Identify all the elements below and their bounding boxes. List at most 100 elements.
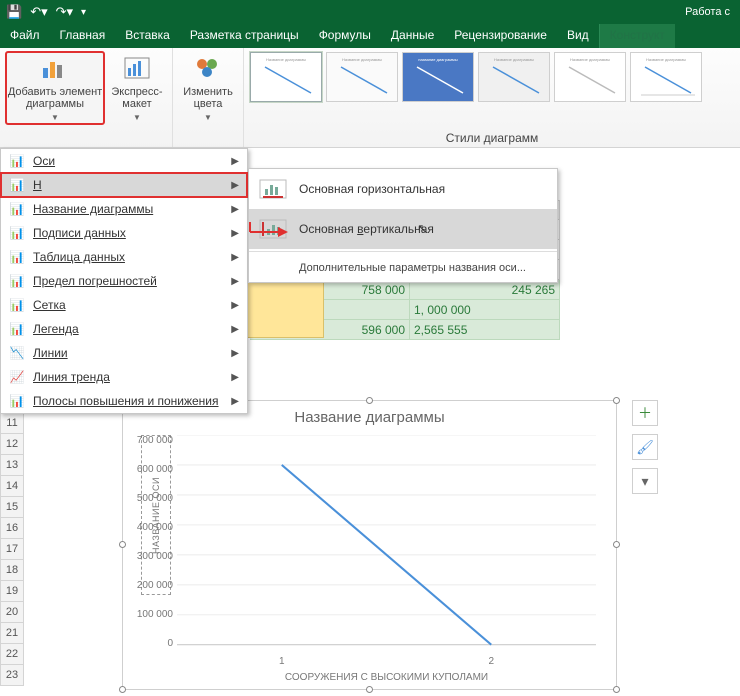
gridlines-icon: 📊 — [9, 297, 25, 313]
menu-legend[interactable]: 📊Легенда▶ — [1, 317, 247, 341]
row-header[interactable]: 11 — [0, 413, 24, 434]
chart-filters-button[interactable]: ▾ — [632, 468, 658, 494]
add-chart-element-button[interactable]: Добавить элемент диаграммы ▼ — [6, 52, 104, 124]
quick-layout-label: Экспресс-макет — [108, 86, 166, 110]
row-header[interactable]: 16 — [0, 518, 24, 539]
row-header[interactable]: 15 — [0, 497, 24, 518]
cell[interactable]: 245 265 — [410, 280, 560, 300]
chart-elements-button[interactable]: ＋ — [632, 400, 658, 426]
cell[interactable]: 2,565 555 — [410, 320, 560, 340]
embedded-chart[interactable]: Название диаграммы НАЗВАНИЕ ОСИ 700 0006… — [122, 400, 617, 690]
cell[interactable]: 1, 000 000 — [410, 300, 560, 320]
save-icon[interactable]: 💾 — [6, 4, 22, 20]
quick-access-toolbar: 💾 ↶▾ ↷▾ ▾ Работа с — [0, 0, 740, 24]
row-header[interactable]: 23 — [0, 665, 24, 686]
menu-updown-bars[interactable]: 📊Полосы повышения и понижения▶ — [1, 389, 247, 413]
chart-style-6[interactable]: Название диаграммы — [630, 52, 702, 102]
row-header[interactable]: 20 — [0, 602, 24, 623]
chart-element-icon — [39, 52, 71, 84]
colors-icon — [192, 52, 224, 84]
ribbon-group-styles: Название диаграммы Название диаграммы на… — [244, 48, 740, 147]
axis-titles-submenu: Основная горизонтальная Основная вертика… — [248, 168, 558, 283]
ribbon-group-colors: Изменить цвета ▼ . — [173, 48, 244, 147]
row-header[interactable]: 17 — [0, 539, 24, 560]
submenu-primary-horizontal[interactable]: Основная горизонтальная — [249, 169, 557, 209]
change-colors-label: Изменить цвета — [179, 86, 237, 110]
chart-style-1[interactable]: Название диаграммы — [250, 52, 322, 102]
menu-error-bars[interactable]: 📊Предел погрешностей▶ — [1, 269, 247, 293]
chart-style-2[interactable]: Название диаграммы — [326, 52, 398, 102]
menu-lines[interactable]: 📉Линии▶ — [1, 341, 247, 365]
tab-formulas[interactable]: Формулы — [309, 24, 381, 48]
row-header[interactable]: 12 — [0, 434, 24, 455]
menu-chart-title[interactable]: 📊Название диаграммы▶ — [1, 197, 247, 221]
tab-view[interactable]: Вид — [557, 24, 599, 48]
tab-data[interactable]: Данные — [381, 24, 444, 48]
submenu-label: Основная вертикальная — [299, 222, 434, 236]
tab-review[interactable]: Рецензирование — [444, 24, 557, 48]
ribbon: Добавить элемент диаграммы ▼ Экспресс-ма… — [0, 48, 740, 148]
horizontal-axis-icon — [259, 179, 287, 199]
row-header[interactable]: 18 — [0, 560, 24, 581]
row-header[interactable]: 13 — [0, 455, 24, 476]
chart-style-5[interactable]: Название диаграммы — [554, 52, 626, 102]
chart-style-3[interactable]: название диаграммы — [402, 52, 474, 102]
submenu-primary-vertical[interactable]: Основная вертикальная ↖ — [249, 209, 557, 249]
chart-style-4[interactable]: Название диаграммы — [478, 52, 550, 102]
change-colors-button[interactable]: Изменить цвета ▼ — [179, 52, 237, 124]
row-headers: 10 11 12 13 14 15 16 17 18 19 20 21 22 2… — [0, 392, 24, 686]
error-bars-icon: 📊 — [9, 273, 25, 289]
svg-text:Название диаграммы: Название диаграммы — [570, 57, 610, 62]
row-header[interactable]: 21 — [0, 623, 24, 644]
tab-home[interactable]: Главная — [50, 24, 116, 48]
redo-icon[interactable]: ↷▾ — [56, 4, 73, 20]
row-header[interactable]: 19 — [0, 581, 24, 602]
svg-text:Название диаграммы: Название диаграммы — [266, 57, 306, 62]
ribbon-group-layouts: Добавить элемент диаграммы ▼ Экспресс-ма… — [0, 48, 173, 147]
tab-file[interactable]: Файл — [0, 24, 50, 48]
svg-text:название диаграммы: название диаграммы — [418, 57, 458, 62]
tab-design[interactable]: Конструкт — [599, 24, 675, 48]
yellow-cells — [246, 278, 324, 338]
menu-axis-titles[interactable]: 📊Н▶ — [1, 173, 247, 197]
menu-data-labels[interactable]: 📊Подписи данных▶ — [1, 221, 247, 245]
plot-area[interactable]: 700 000600 000500 000400 000300 000200 0… — [177, 435, 596, 649]
lines-icon: 📉 — [9, 345, 25, 361]
x-axis-labels: 12 — [177, 656, 596, 667]
data-table-icon: 📊 — [9, 249, 25, 265]
undo-icon[interactable]: ↶▾ — [30, 4, 47, 20]
submenu-label: Основная горизонтальная — [299, 182, 445, 196]
menu-axes[interactable]: 📊Оси▶ — [1, 149, 247, 173]
y-axis-labels: 700 000600 000500 000400 000300 000200 0… — [129, 435, 173, 649]
dropdown-caret-icon: ▼ — [133, 112, 141, 124]
menu-data-table[interactable]: 📊Таблица данных▶ — [1, 245, 247, 269]
chart-side-tools: ＋ 🖌 ▾ — [632, 400, 658, 494]
trendline-icon: 📈 — [9, 369, 25, 385]
chart-styles-button[interactable]: 🖌 — [632, 434, 658, 460]
legend-icon: 📊 — [9, 321, 25, 337]
svg-text:Название диаграммы: Название диаграммы — [494, 57, 534, 62]
dropdown-caret-icon: ▼ — [51, 112, 59, 124]
menu-gridlines[interactable]: 📊Сетка▶ — [1, 293, 247, 317]
submenu-more-options[interactable]: Дополнительные параметры названия оси... — [249, 254, 557, 282]
tab-layout[interactable]: Разметка страницы — [180, 24, 309, 48]
contextual-title: Работа с — [685, 6, 734, 18]
row-header[interactable]: 14 — [0, 476, 24, 497]
x-axis-title[interactable]: СООРУЖЕНИЯ С ВЫСОКИМИ КУПОЛАМИ — [177, 672, 596, 683]
ribbon-tabs: Файл Главная Вставка Разметка страницы Ф… — [0, 24, 740, 48]
menu-trendline[interactable]: 📈Линия тренда▶ — [1, 365, 247, 389]
quick-layout-button[interactable]: Экспресс-макет ▼ — [108, 52, 166, 124]
dropdown-caret-icon: ▼ — [204, 112, 212, 124]
svg-text:Название диаграммы: Название диаграммы — [646, 57, 686, 62]
svg-text:Название диаграммы: Название диаграммы — [342, 57, 382, 62]
updown-bars-icon: 📊 — [9, 393, 25, 409]
axes-icon: 📊 — [9, 153, 25, 169]
chart-title-icon: 📊 — [9, 201, 25, 217]
axis-title-icon: 📊 — [9, 177, 25, 193]
qat-customize-icon[interactable]: ▾ — [81, 7, 86, 18]
quick-layout-icon — [121, 52, 153, 84]
add-chart-element-label: Добавить элемент диаграммы — [6, 86, 104, 110]
row-header[interactable]: 22 — [0, 644, 24, 665]
data-labels-icon: 📊 — [9, 225, 25, 241]
tab-insert[interactable]: Вставка — [115, 24, 180, 48]
